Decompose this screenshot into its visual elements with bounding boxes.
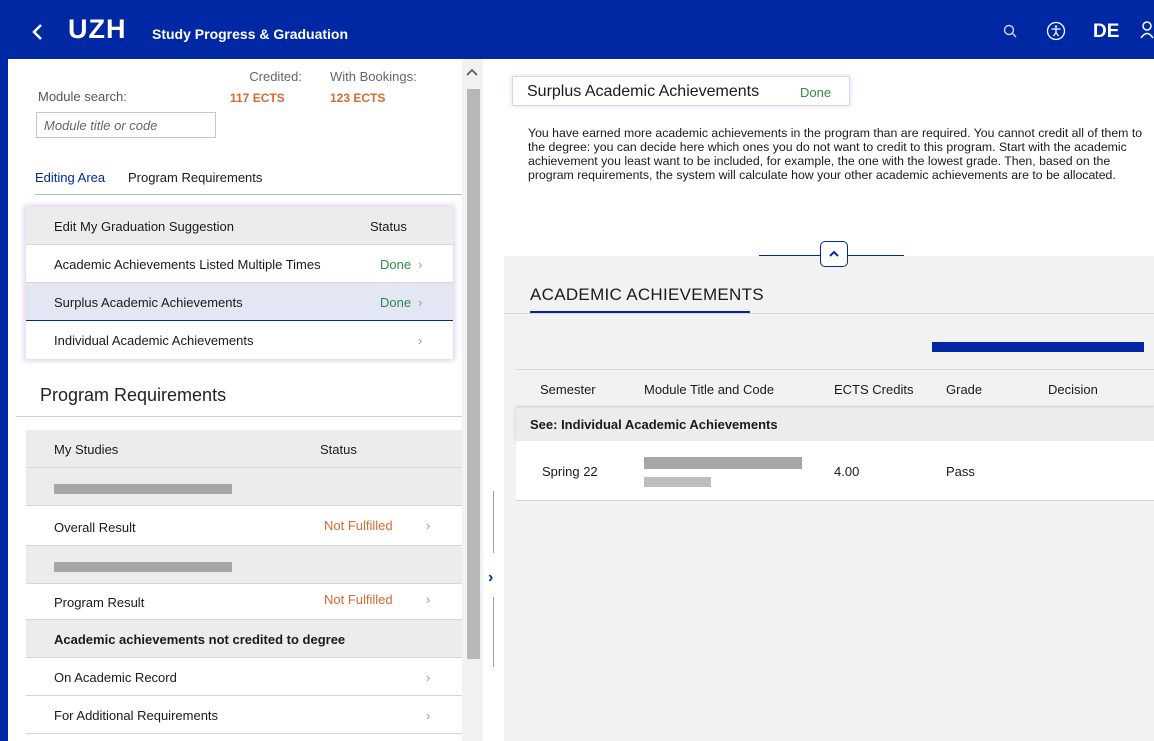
heading-underline xyxy=(530,311,750,313)
edit-status-header: Status xyxy=(370,219,407,234)
module-search-input[interactable] xyxy=(36,112,216,138)
collapse-button[interactable] xyxy=(820,241,848,267)
divider-line xyxy=(493,491,494,553)
edit-header-label: Edit My Graduation Suggestion xyxy=(54,219,234,234)
ects-cell: 4.00 xyxy=(834,464,860,479)
redacted-bar xyxy=(644,457,802,469)
chevron-right-icon: › xyxy=(418,333,423,348)
divider-line xyxy=(493,597,494,667)
redacted-bar xyxy=(644,477,711,487)
redacted-bar xyxy=(54,562,232,572)
chevron-right-icon: › xyxy=(418,295,423,310)
on-academic-record-label: On Academic Record xyxy=(54,670,177,685)
overall-result-row[interactable]: Overall Result Not Fulfilled › xyxy=(26,506,462,546)
with-bookings-label: With Bookings: xyxy=(330,69,417,84)
panel-divider: › xyxy=(483,59,504,741)
program-result-row[interactable]: Program Result Not Fulfilled › xyxy=(26,584,462,620)
status-done: Done xyxy=(800,85,832,100)
tab-program-requirements[interactable]: Program Requirements xyxy=(128,170,262,185)
edit-row-label: Individual Academic Achievements xyxy=(54,333,254,348)
divider xyxy=(504,313,1154,314)
chevron-right-icon: › xyxy=(426,670,431,685)
scroll-thumb[interactable] xyxy=(467,89,480,659)
search-icon[interactable] xyxy=(1003,24,1017,38)
not-credited-label: Academic achievements not credited to de… xyxy=(54,632,346,647)
group-row[interactable]: See: Individual Academic Achievements xyxy=(516,408,1154,441)
chevron-right-icon: › xyxy=(426,592,431,607)
my-studies-label: My Studies xyxy=(54,442,119,457)
left-panel-scrollbar[interactable] xyxy=(462,59,483,741)
chevron-up-icon xyxy=(829,250,839,257)
status-done: Done xyxy=(380,295,412,310)
tab-editing-area[interactable]: Editing Area xyxy=(35,170,105,185)
program-result-label: Program Result xyxy=(54,595,145,610)
additional-requirements-label: For Additional Requirements xyxy=(54,708,219,723)
redacted-row xyxy=(26,546,462,584)
status-done: Done xyxy=(380,257,412,272)
edit-row-surplus[interactable]: Surplus Academic Achievements Done › xyxy=(26,283,453,321)
edit-row-multiple-times[interactable]: Academic Achievements Listed Multiple Ti… xyxy=(26,245,453,283)
accessibility-icon[interactable] xyxy=(1046,21,1066,41)
module-search-label: Module search: xyxy=(38,89,127,104)
column-header: Decision xyxy=(1048,382,1098,397)
edit-table-header: Edit My Graduation Suggestion Status xyxy=(26,207,453,245)
status-not-fulfilled: Not Fulfilled xyxy=(324,518,393,533)
chevron-right-icon: › xyxy=(418,257,423,272)
program-requirements-heading: Program Requirements xyxy=(40,385,227,405)
expand-panel-icon[interactable]: › xyxy=(488,569,493,587)
edit-row-label: Surplus Academic Achievements xyxy=(54,295,243,310)
column-header: ECTS Credits xyxy=(834,382,914,397)
uzh-logo[interactable]: UZH xyxy=(68,14,127,45)
req-table-header: My Studies Status xyxy=(26,430,462,468)
credited-label: Credited: xyxy=(249,69,302,84)
edit-graduation-card: Edit My Graduation Suggestion Status Aca… xyxy=(26,207,453,359)
status-not-fulfilled: Not Fulfilled xyxy=(324,592,393,607)
table-row[interactable]: Spring 22 4.00 Pass xyxy=(516,441,1154,501)
right-panel: Surplus Academic Achievements Done You h… xyxy=(504,59,1154,741)
not-credited-header: Academic achievements not credited to de… xyxy=(26,620,462,658)
surplus-title: Surplus Academic Achievements xyxy=(527,83,760,100)
grade-cell: Pass xyxy=(946,464,975,479)
chevron-right-icon: › xyxy=(426,708,431,723)
additional-requirements-row[interactable]: For Additional Requirements › xyxy=(26,696,462,734)
surplus-description: You have earned more academic achievemen… xyxy=(528,126,1143,182)
back-chevron-icon[interactable] xyxy=(30,22,46,42)
tab-divider xyxy=(35,194,462,195)
redacted-bar xyxy=(54,484,232,494)
semester-cell: Spring 22 xyxy=(542,464,598,479)
column-header: Module Title and Code xyxy=(644,382,775,397)
chevron-right-icon: › xyxy=(426,518,431,533)
app-title: Study Progress & Graduation xyxy=(152,26,349,42)
academic-achievements-heading: ACADEMIC ACHIEVEMENTS xyxy=(530,285,764,304)
redacted-row xyxy=(26,468,462,506)
redacted-bar xyxy=(932,342,1144,352)
credited-value: 117 ECTS xyxy=(230,91,285,105)
left-edge-bar xyxy=(0,59,8,741)
surplus-heading-box: Surplus Academic Achievements Done xyxy=(512,76,850,106)
overall-result-label: Overall Result xyxy=(54,520,136,535)
table-header: Semester Module Title and Code ECTS Cred… xyxy=(516,369,1154,407)
language-switch[interactable]: DE xyxy=(1093,21,1119,43)
group-label: See: Individual Academic Achievements xyxy=(530,417,778,432)
on-academic-record-row[interactable]: On Academic Record › xyxy=(26,658,462,696)
top-bar: UZH Study Progress & Graduation DE xyxy=(0,0,1154,59)
with-bookings-value: 123 ECTS xyxy=(330,91,386,105)
divider xyxy=(16,416,462,417)
column-header: Grade xyxy=(946,382,983,397)
scroll-up-icon[interactable] xyxy=(465,67,479,77)
left-panel: Module search: Credited: 117 ECTS With B… xyxy=(8,59,462,741)
column-header: Semester xyxy=(540,382,596,397)
edit-row-label: Academic Achievements Listed Multiple Ti… xyxy=(54,257,321,272)
req-status-header: Status xyxy=(320,442,357,457)
edit-row-individual[interactable]: Individual Academic Achievements › xyxy=(26,321,453,359)
user-icon[interactable] xyxy=(1140,20,1154,40)
